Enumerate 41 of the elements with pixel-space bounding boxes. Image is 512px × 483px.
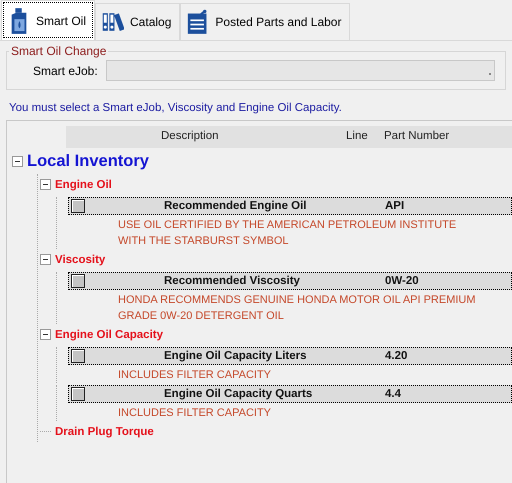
checkbox[interactable] <box>71 199 85 213</box>
checkbox[interactable] <box>71 274 85 288</box>
column-header: Description <box>161 130 219 142</box>
part-number: 0W-20 <box>385 275 419 287</box>
part-row[interactable]: Engine Oil Capacity Quarts 4.4 <box>68 385 512 403</box>
part-description: Recommended Engine Oil <box>164 200 306 212</box>
clipboard-icon <box>187 8 210 36</box>
category-label[interactable]: Drain Plug Torque <box>55 426 154 438</box>
note-text: INCLUDES FILTER CAPACITY <box>118 369 272 381</box>
expander-icon[interactable] <box>40 254 51 265</box>
category-label[interactable]: Viscosity <box>55 254 106 266</box>
expander-icon[interactable] <box>40 179 51 190</box>
instruction-message: You must select a Smart eJob, Viscosity and Engine Oil Capacity. <box>9 102 343 114</box>
expander-icon[interactable] <box>40 329 51 340</box>
part-number: API <box>385 200 404 212</box>
tab[interactable]: Catalog <box>95 3 180 40</box>
expander-icon[interactable] <box>12 156 23 166</box>
tab[interactable]: Smart Oil <box>1 0 96 40</box>
checkbox[interactable] <box>71 349 85 363</box>
part-number: 4.4 <box>385 388 401 400</box>
part-description: Recommended Viscosity <box>164 275 300 287</box>
part-row[interactable]: Recommended Engine Oil API <box>68 197 512 215</box>
part-number: 4.20 <box>385 350 408 362</box>
note-text: HONDA RECOMMENDS GENUINE HONDA MOTOR OIL API PREMIUM <box>118 294 476 306</box>
category-label[interactable]: Engine Oil Capacity <box>55 328 163 340</box>
category-label[interactable]: Engine Oil <box>55 178 112 190</box>
tab[interactable]: Posted Parts and Labor <box>180 3 350 40</box>
part-description: Engine Oil Capacity Quarts <box>164 388 312 400</box>
part-description: Engine Oil Capacity Liters <box>164 350 307 362</box>
checkbox[interactable] <box>71 387 85 401</box>
part-row[interactable]: Engine Oil Capacity Liters 4.20 <box>68 347 512 365</box>
note-text: USE OIL CERTIFIED BY THE AMERICAN PETROLEUM INSTITUTE <box>118 219 456 231</box>
field-label: Smart eJob: <box>33 64 98 78</box>
column-header: Part Number <box>384 130 450 142</box>
note-text: WITH THE STARBURST SYMBOL <box>118 235 289 247</box>
tree-root-label[interactable]: Local Inventory <box>27 152 149 170</box>
group-title: Smart Oil Change <box>10 44 108 58</box>
part-row[interactable]: Recommended Viscosity 0W-20 <box>68 272 512 290</box>
note-text: INCLUDES FILTER CAPACITY <box>118 407 272 419</box>
note-text: GRADE 0W-20 DETERGENT OIL <box>118 310 284 322</box>
column-header: Line <box>346 130 368 142</box>
